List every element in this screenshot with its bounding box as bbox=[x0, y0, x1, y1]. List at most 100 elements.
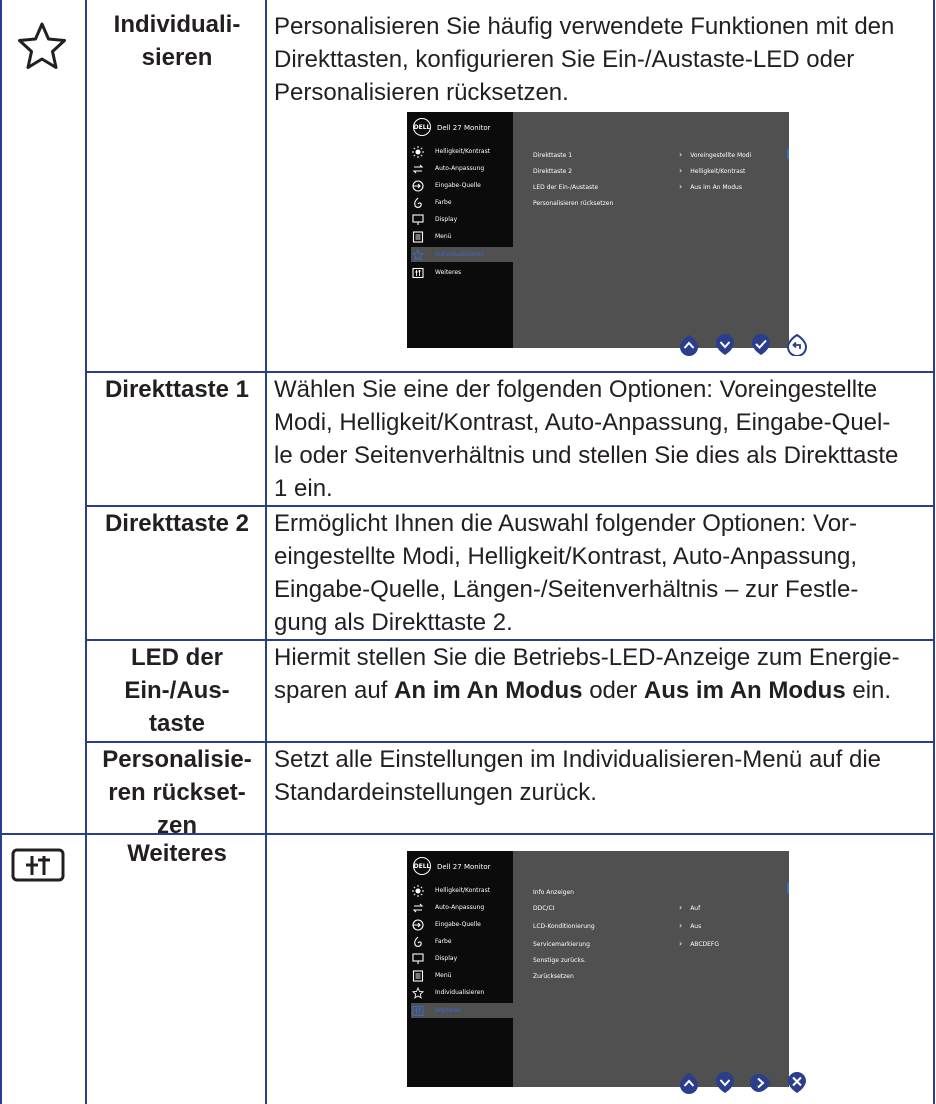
osd-row-ddcci[interactable]: DDC/CI bbox=[533, 905, 554, 912]
row-name-reset: Personalisie- ren rückset- zen bbox=[92, 743, 262, 842]
col-line-1 bbox=[85, 0, 87, 1104]
row-name-led: LED der Ein-/Aus- taste bbox=[92, 641, 262, 740]
osd-item-label: Helligkeit/Kontrast bbox=[435, 148, 491, 155]
osd-item-others[interactable]: Weiteres bbox=[411, 1003, 513, 1018]
up-button-icon[interactable] bbox=[678, 334, 700, 356]
up-button-icon[interactable] bbox=[678, 1072, 700, 1094]
desc-line: gung als Direkttaste 2. bbox=[274, 609, 513, 636]
osd-item-personalize[interactable]: Individualisieren bbox=[411, 985, 513, 1000]
right-button-icon[interactable] bbox=[750, 1072, 772, 1094]
row-name-line: ren rückset- bbox=[108, 779, 246, 806]
osd-sidebar: DELL Dell 27 Monitor Helligkeit/Kontrast… bbox=[407, 851, 513, 1087]
osd-item-display[interactable]: Display bbox=[411, 212, 513, 227]
osd-item-others[interactable]: Weiteres bbox=[411, 265, 513, 280]
osd-item-color[interactable]: Farbe bbox=[411, 195, 513, 210]
row-desc-reset: Setzt alle Einstellungen im Individualis… bbox=[274, 743, 929, 809]
osd-item-input-source[interactable]: Eingabe-Quelle bbox=[411, 917, 513, 932]
osd-item-label: Auto-Anpassung bbox=[435, 165, 485, 172]
osd-item-display[interactable]: Display bbox=[411, 951, 513, 966]
osd-item-personalize[interactable]: Individualisieren bbox=[411, 247, 513, 262]
osd-sidebar: DELL Dell 27 Monitor Helligkeit/Kontrast… bbox=[407, 112, 513, 348]
osd-item-auto-adjust[interactable]: Auto-Anpassung bbox=[411, 900, 513, 915]
row-name-direkttaste1: Direkttaste 1 bbox=[104, 376, 250, 403]
desc-line: 1 ein. bbox=[274, 475, 333, 502]
desc-line: eingestellte Modi, Helligkeit/Kontrast, … bbox=[274, 543, 857, 570]
osd-item-label: Display bbox=[435, 216, 458, 223]
osd-item-label: Individualisieren bbox=[435, 251, 485, 258]
desc-line: Eingabe-Quelle, Längen-/Seitenverhältnis… bbox=[274, 576, 859, 603]
row-desc-led: Hiermit stellen Sie die Betriebs-LED-Anz… bbox=[274, 641, 929, 707]
star-icon bbox=[411, 248, 425, 262]
osd-item-color[interactable]: Farbe bbox=[411, 934, 513, 949]
osd-row-power-led[interactable]: LED der Ein-/Austaste bbox=[533, 184, 598, 191]
dell-logo: DELL bbox=[413, 857, 431, 875]
osd-item-auto-adjust[interactable]: Auto-Anpassung bbox=[411, 161, 513, 176]
desc-line: Personalisieren rücksetzen. bbox=[274, 79, 569, 106]
osd-row-service-tag[interactable]: Servicemarkierung bbox=[533, 941, 590, 948]
osd-row-reset-others[interactable]: Sonstige zurücks. bbox=[533, 957, 586, 964]
row-name-line: Personalisie- bbox=[102, 746, 252, 773]
osd-item-menu[interactable]: Menü bbox=[411, 968, 513, 983]
close-button-icon[interactable] bbox=[786, 1072, 808, 1094]
osd-item-label: Farbe bbox=[435, 199, 452, 206]
osd-item-label: Menü bbox=[435, 972, 452, 979]
osd-menu-individualisieren: DELL Dell 27 Monitor Helligkeit/Kontrast… bbox=[407, 112, 789, 348]
osd-item-brightness[interactable]: Helligkeit/Kontrast bbox=[411, 883, 513, 898]
desc-line: Ermöglicht Ihnen die Auswahl folgender O… bbox=[274, 510, 858, 537]
osd-menu-weiteres: DELL Dell 27 Monitor Helligkeit/Kontrast… bbox=[407, 851, 789, 1087]
osd-row-display-info[interactable]: Info Anzeigen bbox=[533, 889, 574, 896]
osd-item-label: Weiteres bbox=[435, 269, 462, 276]
osd-item-brightness[interactable]: Helligkeit/Kontrast bbox=[411, 144, 513, 159]
star-icon bbox=[14, 18, 70, 74]
osd-row-factory-reset[interactable]: Zurücksetzen bbox=[533, 973, 574, 980]
osd-row-shortcut1[interactable]: Direkttaste 1 bbox=[533, 152, 572, 159]
row-name-line: LED der bbox=[130, 644, 223, 671]
auto-adjust-icon bbox=[411, 901, 425, 915]
col-line-left bbox=[0, 0, 2, 1104]
display-icon bbox=[411, 213, 425, 227]
osd-value-text: Aus im An Modus bbox=[690, 184, 742, 191]
row-desc-direkttaste1: Wählen Sie eine der folgenden Optionen: … bbox=[274, 373, 929, 505]
osd-title: Dell 27 Monitor bbox=[437, 124, 491, 132]
desc-line: sparen auf An im An Modus oder Aus im An… bbox=[274, 674, 929, 707]
osd-row-shortcut2[interactable]: Direkttaste 2 bbox=[533, 168, 572, 175]
osd-item-label: Display bbox=[435, 955, 458, 962]
desc-line: Hiermit stellen Sie die Betriebs-LED-Anz… bbox=[274, 644, 900, 671]
osd-item-label: Farbe bbox=[435, 938, 452, 945]
osd-content: Info Anzeigen DDC/CI LCD-Konditionierung… bbox=[513, 851, 789, 1087]
osd-value-text: Voreingestellte Modi bbox=[690, 152, 752, 159]
dell-logo: DELL bbox=[413, 118, 431, 136]
menu-icon bbox=[411, 969, 425, 983]
osd-value-lcd-conditioning: › Aus bbox=[679, 921, 702, 931]
osd-item-label: Helligkeit/Kontrast bbox=[435, 887, 491, 894]
osd-value-text: ABCDEFG bbox=[690, 941, 720, 948]
row-name-individualisieren: Individuali- sieren bbox=[92, 8, 262, 74]
osd-item-menu[interactable]: Menü bbox=[411, 229, 513, 244]
row-name-line: Ein-/Aus- bbox=[124, 677, 230, 704]
display-icon bbox=[411, 952, 425, 966]
row-desc-individualisieren: Personalisieren Sie häufig verwendete Fu… bbox=[274, 10, 929, 109]
down-button-icon[interactable] bbox=[714, 1072, 736, 1094]
osd-buttons bbox=[678, 1072, 808, 1094]
osd-item-label: Individualisieren bbox=[435, 989, 485, 996]
osd-item-label: Auto-Anpassung bbox=[435, 904, 485, 911]
back-button-icon[interactable] bbox=[786, 334, 808, 356]
osd-item-label: Eingabe-Quelle bbox=[435, 182, 481, 189]
osd-scrollbar[interactable] bbox=[787, 883, 789, 893]
osd-row-reset-personalize[interactable]: Personalisieren rücksetzen bbox=[533, 200, 613, 207]
osd-value-shortcut2: › Helligkeit/Kontrast bbox=[679, 166, 746, 176]
row-name-direkttaste2: Direkttaste 2 bbox=[104, 510, 250, 537]
down-button-icon[interactable] bbox=[714, 334, 736, 356]
osd-item-input-source[interactable]: Eingabe-Quelle bbox=[411, 178, 513, 193]
osd-scrollbar[interactable] bbox=[787, 149, 789, 159]
osd-item-label: Weiteres bbox=[435, 1007, 462, 1014]
brightness-icon bbox=[411, 145, 425, 159]
check-button-icon[interactable] bbox=[750, 334, 772, 356]
osd-row-lcd-conditioning[interactable]: LCD-Konditionierung bbox=[533, 923, 595, 930]
col-line-2 bbox=[265, 0, 267, 1104]
row-name-line: sieren bbox=[141, 44, 213, 71]
row-name-line: Individuali- bbox=[113, 11, 241, 38]
others-icon bbox=[8, 845, 68, 885]
desc-line: Personalisieren Sie häufig verwendete Fu… bbox=[274, 13, 895, 40]
desc-line: le oder Seitenverhältnis und stellen Sie… bbox=[274, 442, 899, 469]
